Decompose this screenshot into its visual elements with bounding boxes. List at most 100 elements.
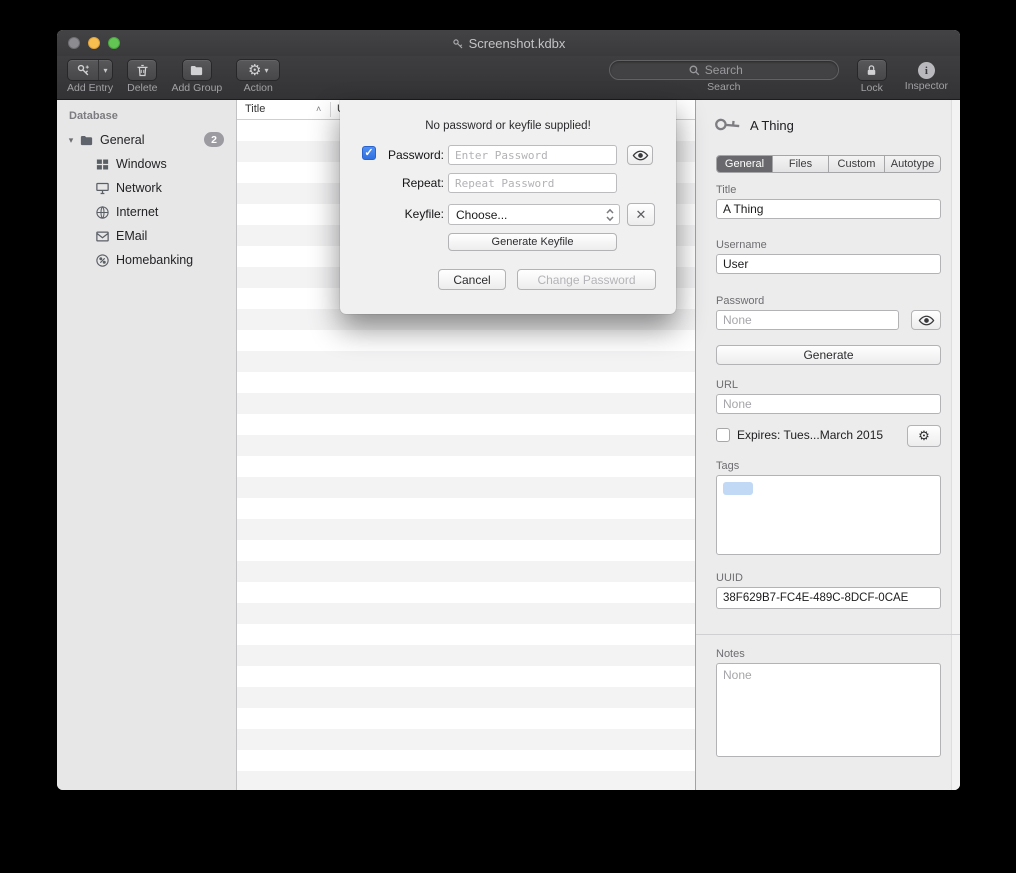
trash-icon (135, 63, 150, 78)
count-badge: 2 (204, 132, 224, 147)
dialog-repeat-input[interactable] (448, 173, 617, 193)
titlebar: Screenshot.kdbx (57, 30, 960, 56)
envelope-icon (95, 229, 110, 244)
dialog-keyfile-label: Keyfile: (370, 207, 444, 221)
tab-files[interactable]: Files (773, 156, 829, 172)
url-input[interactable] (716, 394, 941, 414)
gear-icon: ⚙ (918, 428, 930, 444)
folder-plus-icon (189, 63, 204, 78)
keyfile-combobox[interactable]: Choose... (448, 204, 620, 225)
username-label: Username (716, 239, 767, 251)
search-label: Search (707, 82, 740, 93)
search-input[interactable] (610, 61, 838, 79)
username-input[interactable] (716, 254, 941, 274)
column-header-title[interactable]: Title (245, 103, 265, 115)
tags-box[interactable] (716, 475, 941, 555)
url-label: URL (716, 379, 738, 391)
inspector-label: Inspector (905, 81, 948, 92)
sidebar-item-network[interactable]: Network (57, 176, 236, 200)
uuid-label: UUID (716, 572, 743, 584)
sidebar-group-general[interactable]: ▾ General 2 (57, 128, 236, 152)
entry-title: A Thing (750, 118, 794, 133)
sort-ascending-icon: ˄ (316, 104, 321, 114)
eye-icon (918, 312, 935, 329)
reveal-password-button[interactable] (911, 310, 941, 330)
sidebar-item-label: Network (116, 181, 162, 195)
dialog-repeat-label: Repeat: (370, 176, 444, 190)
column-divider[interactable] (330, 102, 331, 117)
globe-icon (95, 205, 110, 220)
reveal-password-button[interactable] (627, 145, 653, 165)
tab-general[interactable]: General (717, 156, 773, 172)
keyfile-value: Choose... (456, 208, 507, 222)
folder-icon (79, 133, 94, 148)
uuid-input[interactable] (716, 587, 941, 609)
tag-chip[interactable] (723, 482, 753, 495)
add-entry-label: Add Entry (67, 83, 113, 94)
expires-label: Expires: Tues...March 2015 (737, 428, 883, 442)
eye-icon (632, 147, 649, 164)
notes-textarea[interactable] (716, 663, 941, 757)
expires-checkbox[interactable] (716, 428, 730, 442)
percent-coin-icon (95, 253, 110, 268)
add-entry-dropdown-icon[interactable]: ▾ (98, 60, 112, 80)
add-group-label: Add Group (171, 83, 222, 94)
lock-label: Lock (861, 83, 883, 94)
sidebar-header: Database (69, 110, 118, 122)
clear-keyfile-button[interactable]: ✕ (627, 203, 655, 226)
window-title: Screenshot.kdbx (469, 36, 566, 51)
inspector-tabs: General Files Custom Autotype (716, 155, 941, 173)
delete-button[interactable]: Delete (127, 59, 157, 94)
notes-label: Notes (716, 648, 745, 660)
sidebar-item-homebanking[interactable]: Homebanking (57, 248, 236, 272)
password-label: Password (716, 295, 764, 307)
tab-autotype[interactable]: Autotype (885, 156, 940, 172)
document-key-icon[interactable] (452, 37, 464, 49)
delete-label: Delete (127, 83, 157, 94)
password-input[interactable] (716, 310, 899, 330)
title-label: Title (716, 184, 736, 196)
action-button[interactable]: ⚙ ▾ Action (236, 59, 280, 94)
windows-icon (95, 157, 110, 172)
info-icon: i (918, 62, 935, 79)
dialog-password-label: Password: (370, 148, 444, 162)
key-plus-icon (68, 60, 98, 80)
inspector-scrollbar[interactable] (951, 100, 960, 790)
entry-key-icon (709, 107, 746, 144)
sidebar-item-windows[interactable]: Windows (57, 152, 236, 176)
disclosure-triangle-icon[interactable]: ▾ (63, 135, 79, 146)
expires-settings-button[interactable]: ⚙ (907, 425, 941, 447)
sidebar-group-label: General (100, 133, 144, 147)
sidebar-item-label: EMail (116, 229, 147, 243)
change-password-dialog: No password or keyfile supplied! ✓ Passw… (340, 100, 676, 314)
sidebar-item-label: Windows (116, 157, 167, 171)
cancel-button[interactable]: Cancel (438, 269, 506, 290)
notes-separator (696, 634, 960, 635)
inspector-panel: A Thing General Files Custom Autotype Ti… (695, 100, 960, 790)
sidebar: Database ▾ General 2 (57, 100, 237, 790)
sidebar-item-label: Homebanking (116, 253, 193, 267)
dialog-message: No password or keyfile supplied! (340, 120, 676, 132)
inspector-button[interactable]: i Inspector (905, 59, 948, 94)
sidebar-item-email[interactable]: EMail (57, 224, 236, 248)
close-icon: ✕ (636, 207, 647, 223)
search-field[interactable] (609, 60, 839, 80)
add-entry-button[interactable]: ▾ Add Entry (67, 59, 113, 94)
lock-button[interactable]: Lock (857, 59, 887, 94)
change-password-button[interactable]: Change Password (517, 269, 656, 290)
generate-button[interactable]: Generate (716, 345, 941, 365)
lock-icon (864, 63, 879, 78)
combobox-stepper-icon[interactable] (605, 207, 615, 223)
sidebar-item-internet[interactable]: Internet (57, 200, 236, 224)
tags-label: Tags (716, 460, 739, 472)
tab-custom[interactable]: Custom (829, 156, 885, 172)
dialog-password-input[interactable] (448, 145, 617, 165)
title-input[interactable] (716, 199, 941, 219)
generate-keyfile-button[interactable]: Generate Keyfile (448, 233, 617, 251)
action-chevron-icon: ▾ (264, 66, 268, 75)
action-label: Action (244, 83, 273, 94)
search-area: Search (609, 59, 839, 94)
app-window: Screenshot.kdbx ▾ Add Entry (57, 30, 960, 790)
gear-icon: ⚙ (248, 63, 261, 78)
add-group-button[interactable]: Add Group (171, 59, 222, 94)
